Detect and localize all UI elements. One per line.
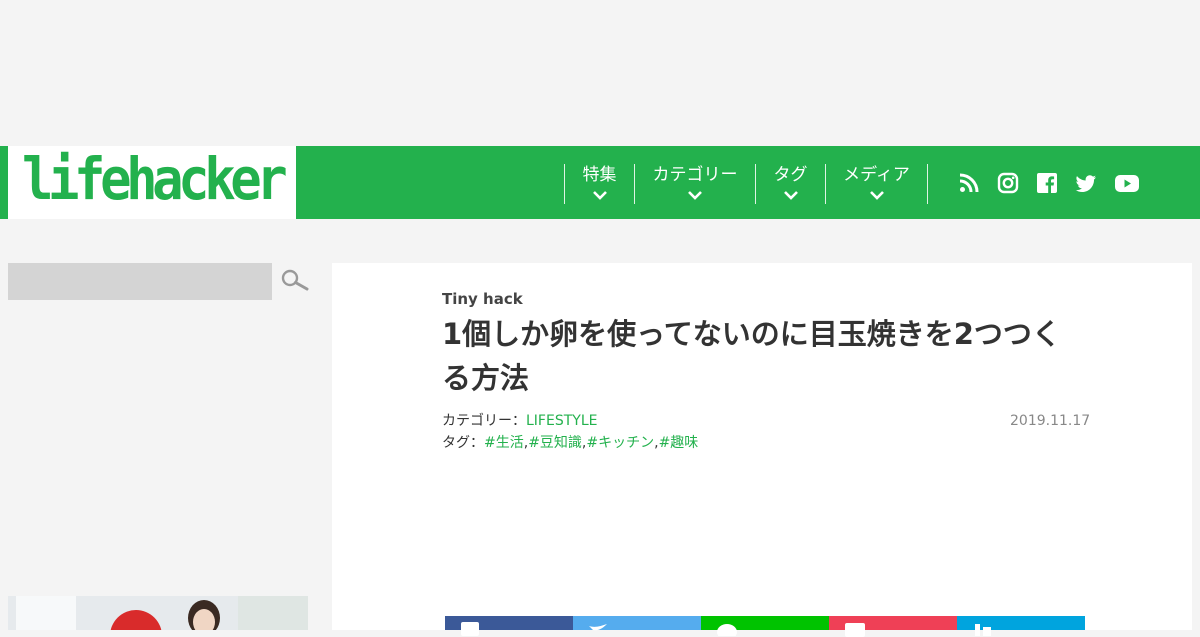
article-title: 1個しか卵を使ってないのに目玉焼きを2つつくる方法 — [442, 317, 1061, 395]
site-logo[interactable]: lifehacker — [22, 136, 288, 222]
logo-area[interactable]: lifehacker — [0, 145, 296, 219]
line-icon — [717, 624, 737, 636]
tag-link[interactable]: #豆知識 — [528, 435, 582, 451]
tag-link[interactable]: #生活 — [484, 435, 524, 451]
share-hatena-button[interactable] — [957, 616, 1085, 636]
article-kicker: Tiny hack — [442, 290, 523, 308]
ad-banner-image[interactable] — [8, 596, 308, 630]
nav-item-label: カテゴリー — [652, 165, 738, 185]
site-header: lifehacker 特集 カテゴリー タグ メディア — [0, 145, 1200, 219]
article-tags: タグ：#生活,#豆知識,#キッチン,#趣味 — [442, 432, 698, 452]
chevron-down-icon — [592, 191, 607, 200]
tag-link[interactable]: #趣味 — [659, 435, 699, 451]
search-icon[interactable] — [280, 268, 310, 294]
nav-item-tag[interactable]: タグ — [755, 164, 825, 204]
share-pocket-button[interactable] — [829, 616, 957, 637]
facebook-icon — [461, 622, 479, 636]
facebook-icon[interactable] — [1036, 172, 1058, 194]
pocket-icon — [845, 623, 865, 637]
article-card: Tiny hack 1個しか卵を使ってないのに目玉焼きを2つつくる方法 カテゴリ… — [332, 263, 1192, 637]
hatena-icon — [975, 624, 991, 636]
twitter-icon — [589, 624, 607, 631]
chevron-down-icon — [783, 191, 798, 200]
article-category: カテゴリー：LIFESTYLE — [442, 410, 597, 430]
youtube-icon[interactable] — [1114, 172, 1140, 194]
chevron-down-icon — [869, 191, 884, 200]
article-date: 2019.11.17 — [1010, 413, 1091, 429]
chevron-down-icon — [688, 191, 702, 200]
nav-item-label: 特集 — [582, 165, 617, 185]
nav-item-category[interactable]: カテゴリー — [634, 164, 755, 204]
main-nav: 特集 カテゴリー タグ メディア — [296, 146, 1200, 219]
nav-item-media[interactable]: メディア — [825, 164, 927, 204]
rss-icon[interactable] — [958, 172, 980, 194]
nav-item-features[interactable]: 特集 — [564, 164, 634, 204]
nav-divider — [927, 164, 928, 204]
tag-link[interactable]: #キッチン — [586, 435, 654, 451]
nav-item-label: タグ — [773, 165, 808, 185]
ad-photo — [8, 596, 308, 630]
tag-label: タグ： — [442, 435, 484, 451]
category-link[interactable]: LIFESTYLE — [526, 413, 597, 429]
share-facebook-button[interactable] — [445, 616, 573, 636]
share-twitter-button[interactable] — [573, 616, 701, 631]
instagram-icon[interactable] — [997, 172, 1019, 194]
share-line-button[interactable] — [701, 616, 829, 636]
twitter-icon[interactable] — [1075, 172, 1097, 194]
logo-accent-bar — [0, 146, 8, 219]
search-input[interactable] — [8, 263, 272, 300]
nav-item-label: メディア — [843, 165, 910, 185]
category-label: カテゴリー： — [442, 413, 526, 429]
